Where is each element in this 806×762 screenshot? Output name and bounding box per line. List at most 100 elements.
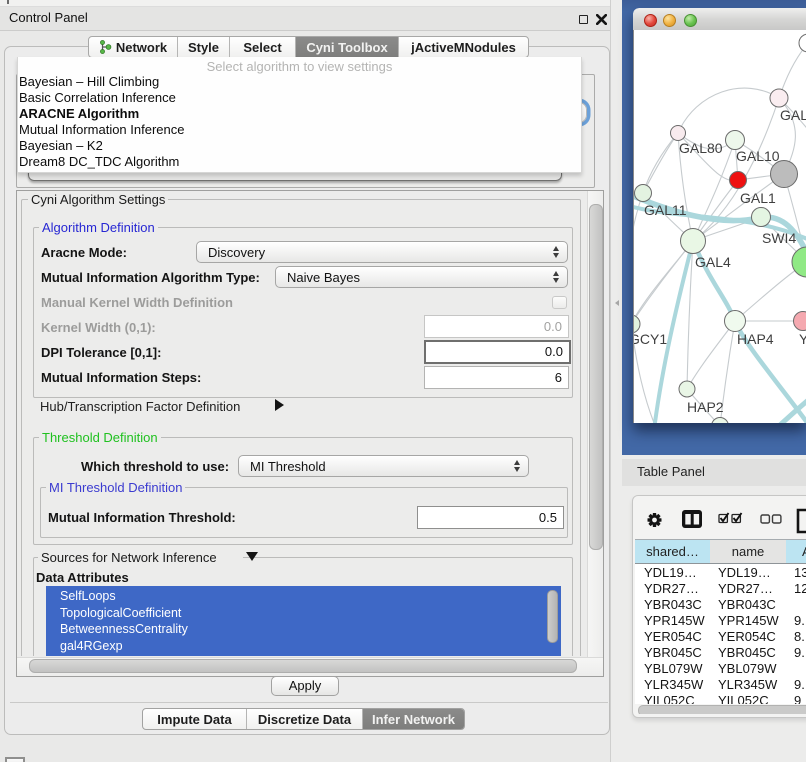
network-edge[interactable] [678,88,779,133]
table-cell[interactable]: YDR27… [644,581,714,597]
checked-pair-icon[interactable] [719,513,742,523]
algorithm-option[interactable]: Bayesian – Hill Climbing [19,74,578,90]
mi-steps-field[interactable]: 6 [424,366,569,389]
float-panel-icon[interactable] [579,15,588,24]
table-cell[interactable]: YBR045C [644,645,714,661]
network-node-hap4[interactable] [725,311,746,332]
table-cell[interactable]: YPR145W [644,613,714,629]
vertical-scrollbar-thumb[interactable] [589,204,603,550]
network-canvas[interactable]: GAL7GAL80GAL10GAL1GAL11SWI4GAL4GCY1HAP4Y… [633,30,806,423]
popup-hint: Select algorithm to view settings [18,59,581,74]
table-cell[interactable]: 9. [794,613,806,629]
network-edge[interactable] [634,193,643,324]
bottom-tab-impute-data[interactable]: Impute Data [143,709,247,729]
table-cell[interactable]: 12 [794,581,806,597]
mi-type-combobox[interactable]: Naive Bayes [275,266,568,288]
which-threshold-combobox[interactable]: MI Threshold [238,455,529,477]
split-columns-icon[interactable] [682,510,702,528]
table-header-shared[interactable]: shared… [635,540,711,564]
kernel-width-field[interactable]: 0.0 [424,315,569,338]
network-node-gal1[interactable] [730,172,747,189]
data-attributes-list[interactable]: SelfLoops TopologicalCoefficient Betweenne… [46,586,561,656]
table-cell[interactable]: YLR345W [644,677,714,693]
table-cell[interactable]: 9. [794,677,806,693]
attribute-list-scrollbar[interactable] [547,590,558,643]
horizontal-scrollbar[interactable] [17,657,603,676]
network-edge[interactable] [643,133,678,193]
table-cell[interactable]: YLR345W [718,677,788,693]
network-node[interactable] [771,161,798,188]
mi-threshold-field[interactable]: 0.5 [417,506,564,529]
minimize-window-icon[interactable] [663,14,676,27]
network-edge[interactable] [687,321,735,389]
aracne-mode-combobox[interactable]: Discovery [196,241,568,263]
attribute-item[interactable]: gal4RGexp [60,639,123,653]
network-node-gal10[interactable] [726,131,745,150]
table-cell[interactable]: YDL19… [644,565,714,581]
collapse-arrow-icon[interactable] [246,552,258,561]
minimized-panel-icon[interactable] [5,757,25,762]
algorithm-option[interactable]: Basic Correlation Inference [19,90,578,106]
control-panel-title: Control Panel [9,10,88,25]
node-table[interactable]: shared…nameAv YDL19…YDL19… 13 YDR27…YDR27…… [635,539,806,714]
network-node[interactable] [792,247,806,277]
table-cell[interactable]: 9. [794,645,806,661]
table-cell[interactable]: 8. [794,629,806,645]
algorithm-option[interactable]: Dream8 DC_TDC Algorithm [19,154,578,170]
tab-jactivemnodules[interactable]: jActiveMNodules [399,37,528,57]
horizontal-scrollbar-thumb[interactable] [29,659,577,673]
tab-select[interactable]: Select [230,37,296,57]
table-scrollbar-thumb[interactable] [638,705,806,715]
network-edge[interactable] [735,264,804,321]
attribute-item[interactable]: TopologicalCoefficient [60,606,181,620]
vertical-scrollbar[interactable] [587,191,603,657]
network-node[interactable] [712,418,729,424]
table-cell[interactable]: YBL079W [718,661,788,677]
table-header-name[interactable]: name [710,540,787,564]
algorithm-option[interactable]: Mutual Information Inference [19,122,578,138]
close-window-icon[interactable] [644,14,657,27]
manual-kernel-checkbox[interactable] [552,296,567,309]
table-cell[interactable]: 13 [794,565,806,581]
table-cell[interactable]: YBR043C [718,597,788,613]
apply-button[interactable]: Apply [271,676,339,696]
table-cell[interactable]: YPR145W [718,613,788,629]
tab-style[interactable]: Style [178,37,230,57]
tab-network[interactable]: Network [89,37,178,57]
network-node[interactable] [799,34,806,52]
network-window-titlebar[interactable] [633,8,806,31]
network-node-gal80[interactable] [671,126,686,141]
network-node-hap2[interactable] [679,381,695,397]
manual-kernel-label: Manual Kernel Width Definition [41,295,233,310]
network-node-gal4[interactable] [681,229,706,254]
table-cell[interactable]: YBR043C [644,597,714,613]
algorithm-option[interactable]: ARACNE Algorithm [19,106,578,122]
tab-cyni-toolbox[interactable]: Cyni Toolbox [296,37,399,57]
table-cell[interactable]: YER054C [644,629,714,645]
table-cell[interactable]: YBL079W [644,661,714,677]
algorithm-option[interactable]: Bayesian – K2 [19,138,578,154]
table-cell[interactable]: YBR045C [718,645,788,661]
expand-arrow-icon[interactable] [275,399,284,411]
divider-collapse-icon[interactable] [615,300,619,306]
table-cell[interactable]: YER054C [718,629,788,645]
network-node-gal7[interactable] [770,89,788,107]
close-panel-icon[interactable] [596,14,607,25]
table-cell[interactable]: YDR27… [718,581,788,597]
unchecked-pair-icon[interactable] [761,515,781,523]
table-cell[interactable]: YDL19… [718,565,788,581]
table-header-av[interactable]: Av [786,540,806,564]
document-icon[interactable] [798,510,806,532]
gear-icon[interactable] [648,513,662,527]
network-node-gal11[interactable] [635,185,652,202]
attribute-item[interactable]: BetweennessCentrality [60,622,188,636]
bottom-tab-infer-network[interactable]: Infer Network [363,709,464,729]
attribute-item[interactable]: SelfLoops [60,589,116,603]
table-horizontal-scrollbar[interactable] [635,704,806,714]
network-node-y[interactable] [794,312,806,331]
network-node-swi4[interactable] [752,208,771,227]
hub-definition-label[interactable]: Hub/Transcription Factor Definition [40,399,240,414]
dpi-tolerance-field[interactable]: 0.0 [424,340,571,364]
bottom-tab-discretize-data[interactable]: Discretize Data [247,709,363,729]
zoom-window-icon[interactable] [684,14,697,27]
